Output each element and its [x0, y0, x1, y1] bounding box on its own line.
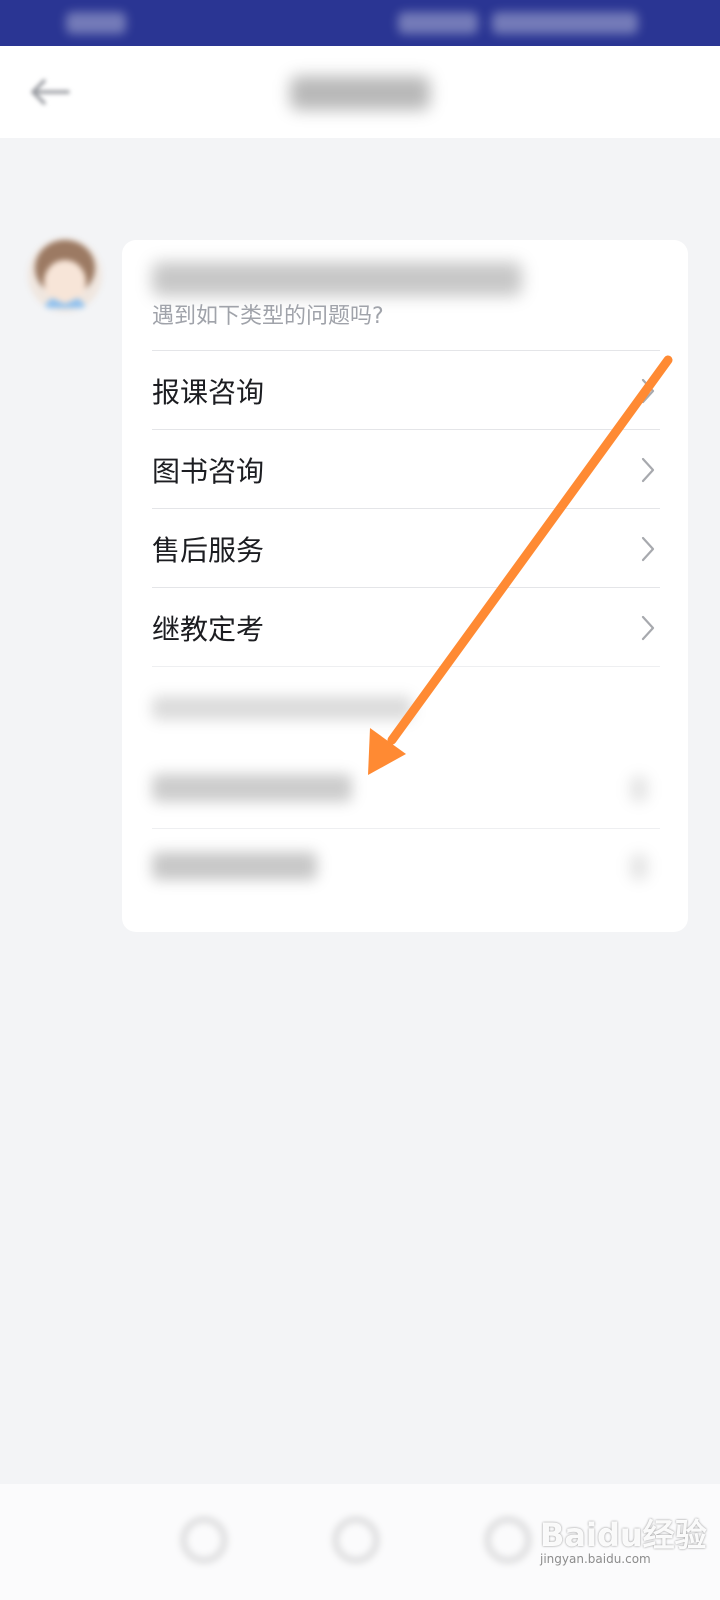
bottom-nav-icon-right[interactable] [486, 1518, 530, 1562]
status-icons-blurred [398, 12, 478, 34]
chevron-right-icon [641, 536, 655, 562]
contact-number-blurred[interactable] [152, 852, 317, 880]
contact-hint-blurred [152, 696, 412, 720]
status-time-blurred [66, 12, 126, 34]
menu-item-label: 继教定考 [152, 613, 265, 646]
contact-chevron-blurred [630, 854, 648, 880]
phone-chevron-blurred [630, 776, 648, 802]
menu-item-label: 售后服务 [152, 534, 265, 567]
card-subtitle: 遇到如下类型的问题吗? [152, 304, 384, 329]
assistant-avatar [28, 238, 102, 312]
watermark: Baidu经验 jingyan.baidu.com [540, 1490, 710, 1590]
bottom-nav-icon-left[interactable] [182, 1518, 226, 1562]
watermark-url: jingyan.baidu.com [540, 1552, 651, 1566]
chevron-right-icon [641, 378, 655, 404]
chevron-right-icon [641, 457, 655, 483]
watermark-logo-text: Baidu经验 [540, 1516, 707, 1554]
menu-item-label: 图书咨询 [152, 455, 265, 488]
divider [152, 828, 660, 829]
phone-number-blurred[interactable] [152, 774, 352, 802]
back-arrow-icon [31, 79, 70, 105]
divider [152, 666, 660, 667]
page-title-blurred [290, 76, 430, 110]
quick-question-card: 遇到如下类型的问题吗? 报课咨询 图书咨询 售后服务 继教定考 [122, 240, 688, 932]
menu-item-after-sales[interactable]: 售后服务 [152, 508, 660, 589]
bottom-nav-icon-center[interactable] [334, 1518, 378, 1562]
chevron-right-icon [641, 615, 655, 641]
menu-item-continuing-edu-exam[interactable]: 继教定考 [152, 587, 660, 668]
status-signal-battery-blurred [492, 12, 638, 34]
nav-bar [0, 46, 720, 138]
back-button[interactable] [22, 70, 78, 114]
menu-item-label: 报课咨询 [152, 376, 265, 409]
menu-item-course-consult[interactable]: 报课咨询 [152, 350, 660, 431]
status-bar [0, 0, 720, 46]
greeting-text-blurred [152, 262, 522, 296]
menu-item-book-consult[interactable]: 图书咨询 [152, 429, 660, 510]
